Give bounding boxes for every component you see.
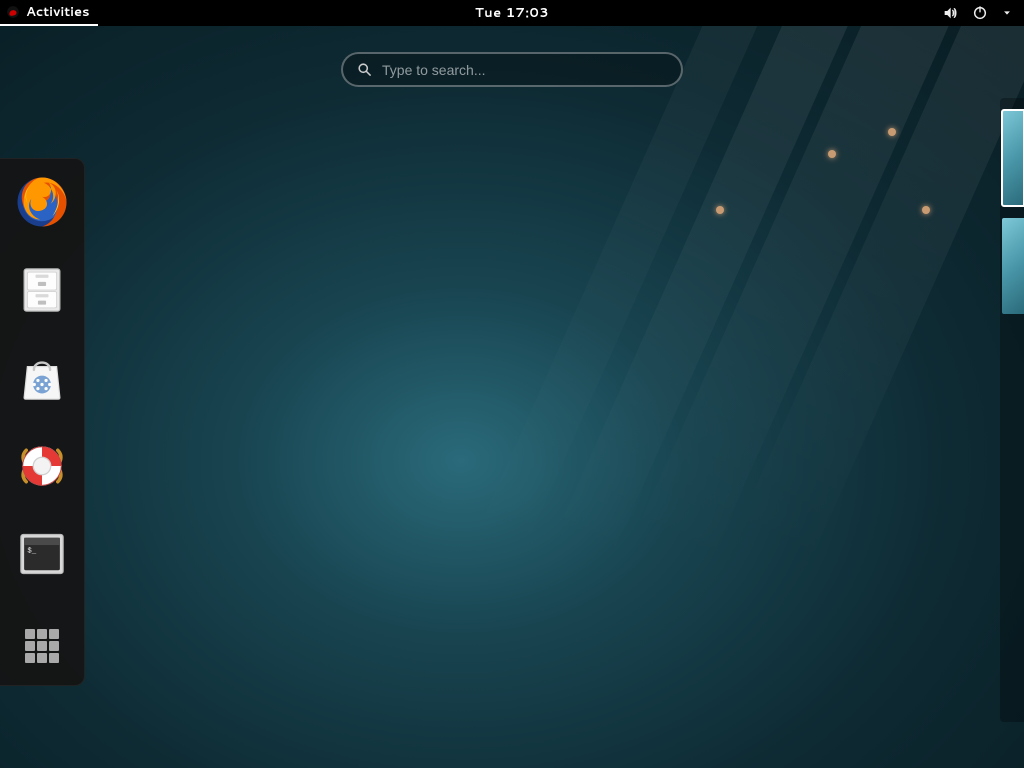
dash-app-files[interactable] [13,261,71,319]
workspace-thumbnail-2[interactable] [1002,218,1024,314]
file-cabinet-icon [16,264,68,316]
volume-icon [942,5,958,21]
activities-button[interactable]: Activities [0,0,98,26]
top-bar: Activities Tue 17:03 [0,0,1024,26]
firefox-icon [14,174,70,230]
system-tray[interactable] [942,5,1024,21]
dash-app-software[interactable] [13,349,71,407]
apps-grid-icon [18,629,66,663]
search-icon [357,62,372,77]
shopping-bag-icon [16,352,68,404]
dash: $_ [0,158,85,686]
svg-text:$_: $_ [27,547,36,555]
workspace-switcher [1000,98,1024,722]
show-applications-button[interactable] [13,613,71,671]
workspace-thumbnail-1[interactable] [1002,110,1024,206]
terminal-icon: $_ [16,528,68,580]
chevron-down-icon [1002,8,1012,18]
dash-app-firefox[interactable] [13,173,71,231]
dash-app-help[interactable] [13,437,71,495]
activities-label: Activities [26,3,90,21]
distributor-logo-icon [6,5,20,19]
life-ring-icon [14,438,70,494]
dash-app-terminal[interactable]: $_ [13,525,71,583]
overview-search[interactable] [341,52,683,87]
power-icon [972,5,988,21]
clock[interactable]: Tue 17:03 [475,4,549,22]
search-input[interactable] [382,62,667,78]
